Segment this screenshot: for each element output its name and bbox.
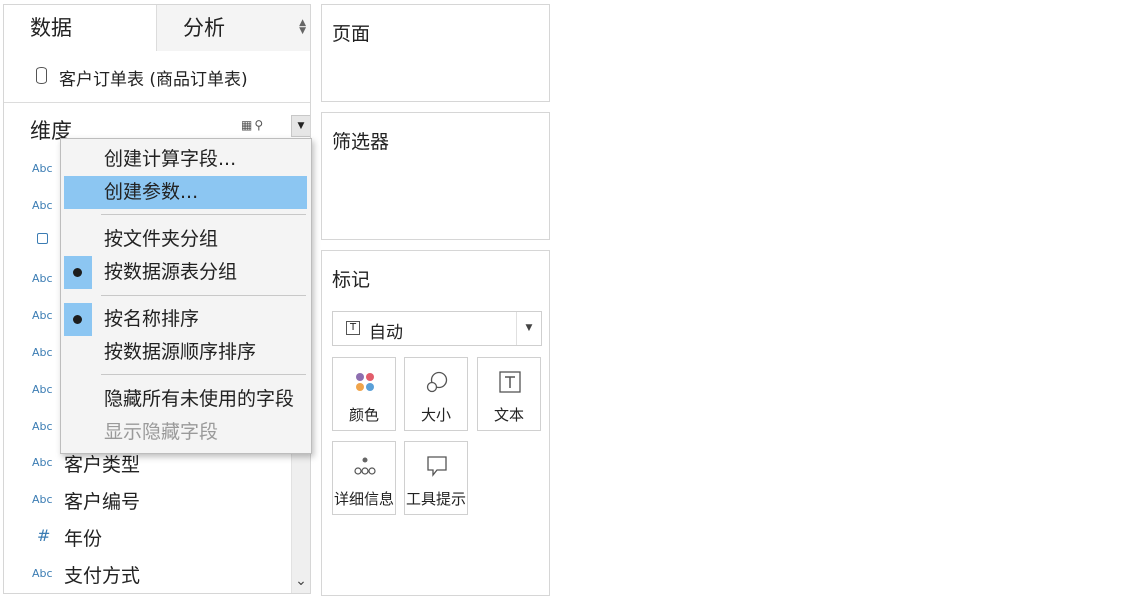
filters-title: 筛选器: [332, 131, 390, 153]
scroll-down-icon[interactable]: ⌄: [291, 573, 310, 589]
string-type-icon: Abc: [32, 346, 53, 359]
menu-item-label: 创建计算字段...: [104, 148, 237, 170]
color-label: 颜色: [348, 406, 379, 424]
menu-item[interactable]: 按文件夹分组: [64, 223, 307, 256]
string-type-icon: Abc: [32, 419, 53, 433]
tooltip-label: 工具提示: [405, 490, 466, 508]
menu-item-label: 创建参数...: [104, 181, 199, 203]
string-type-icon: Abc: [32, 309, 53, 323]
menu-separator: [101, 374, 306, 375]
menu-item[interactable]: 按数据源表分组: [64, 256, 307, 289]
menu-separator: [101, 214, 306, 215]
string-type-icon: Abc: [32, 162, 53, 175]
filters-shelf[interactable]: 筛选器: [321, 112, 550, 240]
text-type-icon: T: [346, 321, 360, 335]
menu-item[interactable]: 创建计算字段...: [64, 143, 307, 176]
menu-separator: [101, 295, 306, 296]
search-icon[interactable]: ⚲: [254, 118, 265, 132]
dimension-field[interactable]: Abc 客户编号: [4, 485, 288, 515]
dimension-field[interactable]: Abc 支付方式: [4, 559, 288, 589]
database-icon: [36, 67, 47, 84]
tab-analysis-label: 分析: [183, 16, 225, 40]
menu-item-label: 按文件夹分组: [104, 228, 219, 250]
menu-item-label: 按数据源顺序排序: [104, 341, 257, 363]
text-button[interactable]: 文本: [477, 357, 541, 431]
text-label: 文本: [493, 406, 524, 424]
grid-view-icon[interactable]: ▦: [241, 118, 254, 132]
dimension-field-label: 客户编号: [64, 491, 141, 514]
menu-item-label: 隐藏所有未使用的字段: [104, 388, 295, 410]
menu-item[interactable]: 按数据源顺序排序: [64, 336, 307, 369]
datasource-label: 客户订单表 (商品订单表): [59, 70, 248, 90]
pane-tabs: 数据 分析 ▲ ▼: [4, 5, 310, 51]
menu-item[interactable]: 创建参数...: [64, 176, 307, 209]
size-label: 大小: [420, 406, 451, 424]
tab-data[interactable]: 数据: [4, 5, 156, 51]
detail-icon: [354, 457, 376, 475]
number-type-icon: #: [37, 526, 51, 545]
dimension-tools: ▦⚲: [241, 118, 265, 132]
tooltip-icon: [427, 456, 447, 477]
mark-type-select[interactable]: T 自动 ▼: [332, 311, 542, 346]
menu-item: 显示隐藏字段: [64, 416, 307, 449]
string-type-icon: Abc: [32, 456, 53, 470]
dimension-field-label: 支付方式: [64, 564, 141, 587]
sort-arrows-icon: ▲ ▼: [299, 18, 306, 36]
detail-label: 详细信息: [333, 490, 394, 508]
string-type-icon: Abc: [32, 493, 53, 507]
checked-bullet-icon: [64, 303, 92, 336]
color-icon: [356, 373, 374, 391]
checked-bullet-icon: [64, 256, 92, 289]
string-type-icon: Abc: [32, 198, 53, 212]
text-icon: [499, 371, 521, 393]
mark-type-value: 自动: [369, 323, 403, 343]
pages-shelf[interactable]: 页面: [321, 4, 550, 102]
tooltip-button[interactable]: 工具提示: [404, 441, 468, 515]
string-type-icon: Abc: [32, 566, 53, 580]
dimension-field-label: 客户类型: [64, 454, 141, 477]
string-type-icon: Abc: [32, 272, 53, 286]
calendar-icon: [37, 232, 48, 244]
menu-item-label: 按名称排序: [104, 308, 200, 330]
detail-button[interactable]: 详细信息: [332, 441, 396, 515]
menu-item[interactable]: 隐藏所有未使用的字段: [64, 383, 307, 416]
dimensions-menu-button[interactable]: ▼: [291, 115, 310, 137]
dimensions-context-menu: 创建计算字段... 创建参数... 按文件夹分组 按数据源表分组 按名称排序按数据源顺序…: [60, 138, 312, 454]
size-button[interactable]: 大小: [404, 357, 468, 431]
dimension-field-label: 年份: [64, 528, 103, 550]
marks-card: 标记 T 自动 ▼ 颜色 大小 文本 详细信息 工具提示: [321, 250, 550, 596]
string-type-icon: Abc: [32, 382, 53, 396]
tab-analysis[interactable]: 分析 ▲ ▼: [156, 5, 310, 51]
datasource-row[interactable]: 客户订单表 (商品订单表): [4, 51, 310, 103]
chevron-down-icon[interactable]: ▼: [516, 312, 541, 345]
color-button[interactable]: 颜色: [332, 357, 396, 431]
menu-item-label: 按数据源表分组: [104, 261, 238, 283]
dimension-field[interactable]: # 年份: [4, 522, 288, 552]
menu-item[interactable]: 按名称排序: [64, 303, 307, 336]
pages-title: 页面: [332, 23, 371, 45]
marks-title: 标记: [332, 269, 371, 291]
menu-item-label: 显示隐藏字段: [104, 421, 219, 443]
size-icon: [426, 371, 448, 393]
